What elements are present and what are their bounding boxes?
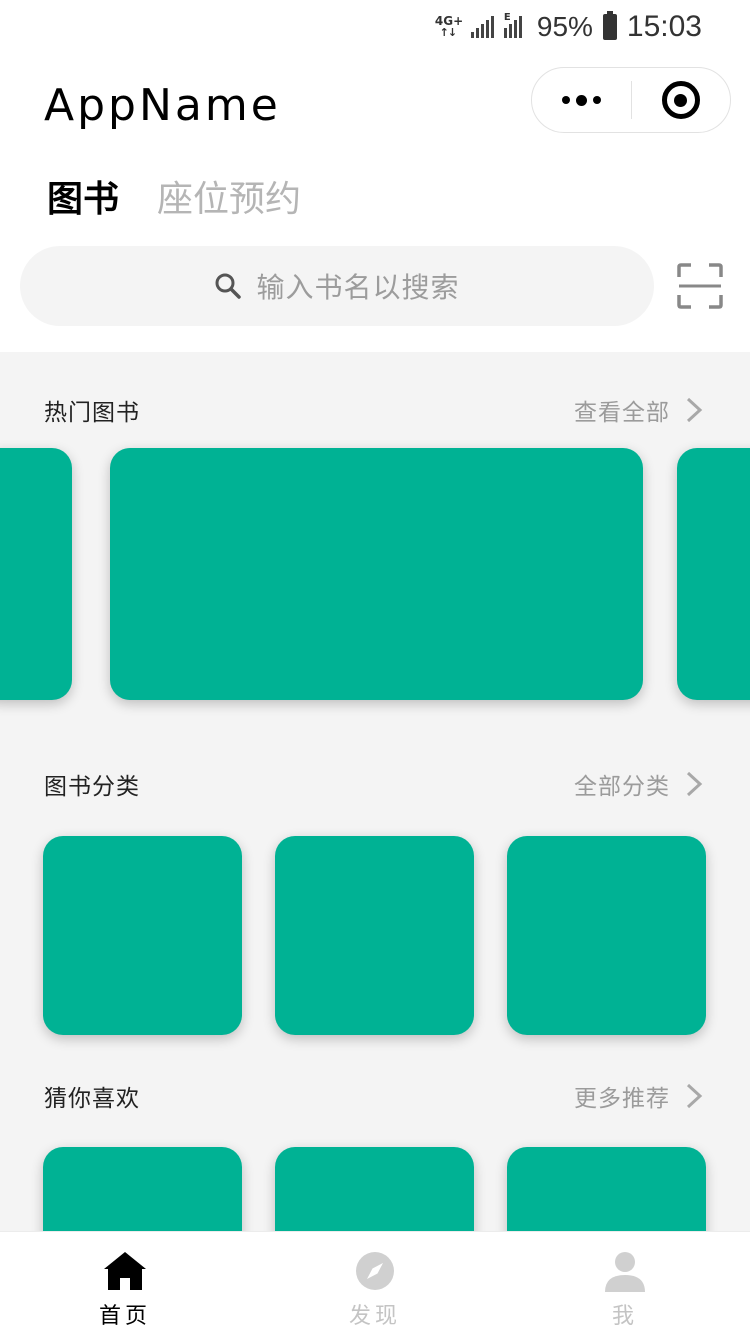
- categories-header: 图书分类 全部分类: [44, 764, 704, 804]
- main-content: 热门图书 查看全部 图书分类 全部分类 猜你喜欢 更多推荐: [0, 352, 750, 1232]
- all-categories-label: 全部分类: [574, 774, 670, 800]
- category-tile[interactable]: [507, 836, 706, 1035]
- battery-percent: 95%: [536, 11, 593, 42]
- search-icon: [214, 272, 242, 300]
- clock: 15:03: [626, 10, 702, 43]
- more-recommend-label: 更多推荐: [574, 1086, 670, 1112]
- hot-book-banner[interactable]: [110, 448, 643, 700]
- signal-e-icon: E: [503, 12, 527, 38]
- app-title: AppName: [44, 80, 281, 131]
- category-tile[interactable]: [275, 836, 474, 1035]
- hot-books-title: 热门图书: [44, 400, 140, 426]
- view-all-link[interactable]: 查看全部: [574, 393, 704, 427]
- data-mark: E: [503, 12, 511, 23]
- search-placeholder: 输入书名以搜索: [256, 271, 460, 304]
- tabbar-item-me[interactable]: 我: [500, 1232, 750, 1334]
- network-type: 4G+ ↑↓: [435, 15, 463, 39]
- close-miniprogram-button[interactable]: [632, 68, 730, 132]
- status-indicators: 4G+ ↑↓ E 95% 15:03: [435, 8, 702, 46]
- view-all-label: 查看全部: [574, 400, 670, 426]
- target-icon: [661, 81, 700, 119]
- tabbar-item-discover[interactable]: 发现: [250, 1232, 500, 1334]
- top-tabs: 图书 座位预约: [47, 170, 301, 222]
- search-input[interactable]: 输入书名以搜索: [20, 246, 654, 326]
- tabbar-label-home: 首页: [98, 1304, 151, 1329]
- all-categories-link[interactable]: 全部分类: [574, 767, 704, 801]
- tabbar-item-home[interactable]: 首页: [0, 1232, 250, 1334]
- miniprogram-capsule: [531, 67, 731, 133]
- user-icon: [605, 1252, 645, 1292]
- recommend-title: 猜你喜欢: [44, 1086, 140, 1112]
- more-recommend-link[interactable]: 更多推荐: [574, 1079, 704, 1113]
- tab-books[interactable]: 图书: [47, 170, 119, 222]
- status-bar: 4G+ ↑↓ E 95% 15:03: [0, 0, 750, 52]
- categories-title: 图书分类: [44, 774, 140, 800]
- tabbar-label-discover: 发现: [348, 1304, 401, 1329]
- recommend-tile[interactable]: [507, 1147, 706, 1232]
- more-options-button[interactable]: [532, 68, 631, 132]
- battery-icon: [602, 11, 617, 40]
- hot-book-banner-prev[interactable]: [0, 448, 72, 700]
- recommend-tile[interactable]: [275, 1147, 474, 1232]
- chevron-right-icon: [686, 771, 703, 797]
- more-dots-icon: [562, 96, 570, 104]
- chevron-right-icon: [686, 397, 703, 423]
- category-tile[interactable]: [43, 836, 242, 1035]
- chevron-right-icon: [686, 1083, 703, 1109]
- scan-icon[interactable]: [677, 263, 723, 309]
- home-icon: [104, 1252, 146, 1290]
- signal-icon: [470, 16, 494, 38]
- compass-icon: [356, 1252, 394, 1290]
- data-arrows-icon: ↑↓: [439, 26, 457, 39]
- recommend-header: 猜你喜欢 更多推荐: [44, 1076, 704, 1116]
- hot-book-banner-next[interactable]: [677, 448, 750, 700]
- hot-books-header: 热门图书 查看全部: [44, 390, 704, 430]
- tab-seat-reservation[interactable]: 座位预约: [157, 170, 301, 222]
- tabbar-label-me: 我: [611, 1304, 638, 1329]
- recommend-tile[interactable]: [43, 1147, 242, 1232]
- bottom-tabbar: 首页 发现 我: [0, 1231, 750, 1334]
